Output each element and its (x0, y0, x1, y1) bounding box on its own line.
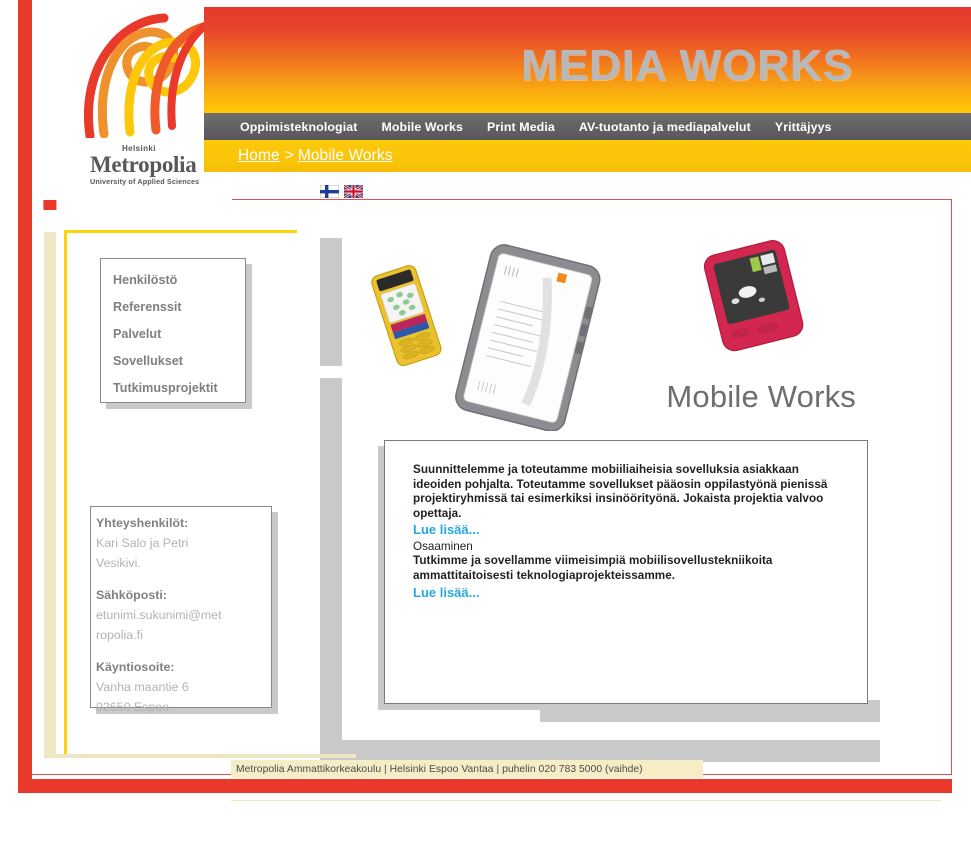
sidebar-item-henkilosto[interactable]: Henkilöstö (113, 267, 245, 294)
main-subheading: Osaaminen (413, 540, 473, 554)
sidebar-item-sovellukset[interactable]: Sovellukset (113, 348, 245, 375)
hero-title: Mobile Works (666, 379, 856, 414)
sidebar-item-palvelut[interactable]: Palvelut (113, 321, 245, 348)
nav-item-mobile-works[interactable]: Mobile Works (369, 120, 475, 134)
contact-email-line-2: ropolia.fi (96, 628, 143, 642)
page-title: MEDIA WORKS (520, 41, 853, 90)
read-more-link-1[interactable]: Lue lisää... (413, 521, 843, 539)
bottom-cream-rule (44, 754, 356, 758)
uk-flag-icon[interactable] (344, 185, 363, 198)
nav-item-av-tuotanto[interactable]: AV-tuotanto ja mediapalvelut (567, 120, 763, 134)
read-more-link-2[interactable]: Lue lisää... (413, 584, 843, 602)
contact-address-line-2: 02650 Espoo (96, 700, 170, 714)
sidebar-menu[interactable]: Henkilöstö Referenssit Palvelut Sovelluk… (100, 258, 246, 403)
contact-address-line-1: Vanha maantie 6 (96, 680, 189, 694)
sidebar-item-referenssit[interactable]: Referenssit (113, 294, 245, 321)
main-navigation[interactable]: Oppimisteknologiat Mobile Works Print Me… (204, 113, 971, 140)
footer-red-rule (18, 779, 952, 793)
nav-item-print-media[interactable]: Print Media (475, 120, 567, 134)
left-cream-strip (44, 232, 56, 757)
contact-persons-line-2: Vesikivi. (96, 556, 141, 570)
red-handheld-image (703, 240, 804, 352)
yellow-phone-image (371, 265, 442, 367)
footer-text: Metropolia Ammattikorkeakoulu | Helsinki… (236, 763, 643, 775)
breadcrumb: Home > Mobile Works (204, 140, 971, 172)
nav-item-oppimisteknologiat[interactable]: Oppimisteknologiat (204, 120, 369, 134)
main-paragraph-1: Suunnittelemme ja toteutamme mobiiliaihe… (413, 463, 828, 520)
contact-persons-heading: Yhteyshenkilöt: (96, 516, 189, 530)
column-shadow-lower (320, 378, 342, 750)
contact-address-heading: Käyntiosoite: (96, 660, 175, 674)
left-yellow-rule (64, 230, 67, 758)
footer-bar: Metropolia Ammattikorkeakoulu | Helsinki… (231, 760, 703, 778)
top-yellow-rule (64, 230, 297, 233)
contact-spacer-2 (96, 645, 271, 657)
contact-email-heading: Sähköposti: (96, 588, 167, 602)
nav-item-yrittajyys[interactable]: Yrittäjyys (763, 120, 844, 134)
contact-email-line-1: etunimi.sukunimi@met (96, 608, 222, 622)
contact-spacer-1 (96, 573, 271, 585)
sidebar-item-tutkimusprojektit[interactable]: Tutkimusprojektit (113, 375, 245, 402)
footer-underline-rule (231, 800, 941, 801)
grey-tablet-image (455, 244, 601, 432)
column-shadow-upper (320, 238, 342, 366)
breadcrumb-separator: > (284, 147, 294, 164)
header-banner: MEDIA WORKS (204, 7, 971, 113)
breadcrumb-home[interactable]: Home (204, 147, 280, 165)
column-shadow-base (320, 740, 880, 762)
main-paragraph-2: Tutkimme ja sovellamme viimeisimpiä mobi… (413, 554, 773, 582)
contact-persons-line-1: Kari Salo ja Petri (96, 536, 189, 550)
finland-flag-icon[interactable] (320, 185, 339, 198)
breadcrumb-current[interactable]: Mobile Works (298, 147, 393, 165)
main-content-panel: Suunnittelemme ja toteutamme mobiiliaihe… (384, 440, 868, 704)
contact-box: Yhteyshenkilöt: Kari Salo ja Petri Vesik… (90, 506, 272, 714)
hero-section: Mobile Works (342, 236, 880, 432)
site-header: MEDIA WORKS Oppimisteknologiat Mobile Wo… (204, 0, 971, 192)
logo-area[interactable]: Helsinki Metropolia University of Applie… (32, 0, 232, 200)
language-switcher[interactable] (320, 185, 363, 198)
